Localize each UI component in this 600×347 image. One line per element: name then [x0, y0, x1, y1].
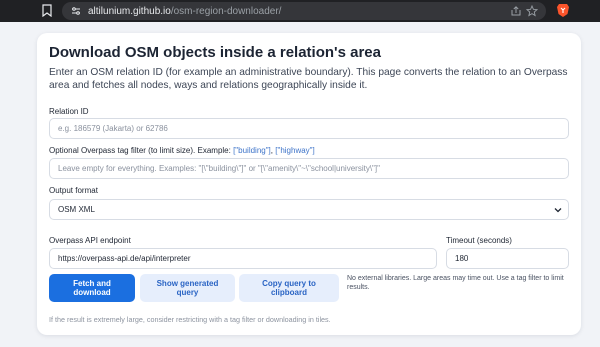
url-host: altilunium.github.io — [88, 5, 171, 17]
tag-filter-label: Optional Overpass tag filter (to limit s… — [49, 146, 315, 155]
footer-note: If the result is extremely large, consid… — [49, 315, 331, 324]
page-title: Download OSM objects inside a relation's… — [49, 44, 381, 61]
info-note: No external libraries. Large areas may t… — [347, 275, 564, 291]
show-query-button[interactable]: Show generated query — [140, 274, 235, 302]
output-format-select[interactable]: OSM XML — [49, 199, 569, 220]
output-format-value: OSM XML — [58, 205, 95, 214]
address-bar[interactable]: altilunium.github.io/osm-region-download… — [62, 2, 546, 20]
page-subtitle: Enter an OSM relation ID (for example an… — [49, 67, 568, 91]
tag-example-building: ["building"] — [233, 146, 271, 155]
tag-filter-input[interactable]: Leave empty for everything. Examples: "[… — [49, 158, 569, 179]
browser-toolbar: altilunium.github.io/osm-region-download… — [0, 0, 600, 22]
tag-example-highway: ["highway"] — [275, 146, 315, 155]
relation-id-label: Relation ID — [49, 107, 89, 116]
endpoint-label: Overpass API endpoint — [49, 236, 131, 245]
site-info-icon[interactable] — [70, 5, 82, 17]
relation-id-input[interactable]: e.g. 186579 (Jakarta) or 62786 — [49, 118, 569, 139]
endpoint-input[interactable]: https://overpass-api.de/api/interpreter — [49, 248, 437, 269]
bookmark-icon[interactable] — [42, 4, 52, 17]
fetch-download-button[interactable]: Fetch and download — [49, 274, 135, 302]
timeout-input[interactable]: 180 — [446, 248, 569, 269]
tag-example-separator: , — [270, 146, 274, 155]
main-card: Download OSM objects inside a relation's… — [37, 33, 581, 335]
chevron-down-icon — [554, 207, 562, 212]
output-format-label: Output format — [49, 186, 98, 195]
tag-filter-label-text: Optional Overpass tag filter (to limit s… — [49, 146, 231, 155]
copy-query-button[interactable]: Copy query to clipboard — [239, 274, 339, 302]
share-icon[interactable] — [510, 5, 522, 17]
url-path: /osm-region-downloader/ — [170, 5, 282, 17]
timeout-label: Timeout (seconds) — [446, 236, 512, 245]
brave-shield-icon[interactable] — [556, 3, 570, 18]
bookmark-star-icon[interactable] — [526, 5, 538, 17]
url-text: altilunium.github.io/osm-region-download… — [88, 6, 281, 17]
